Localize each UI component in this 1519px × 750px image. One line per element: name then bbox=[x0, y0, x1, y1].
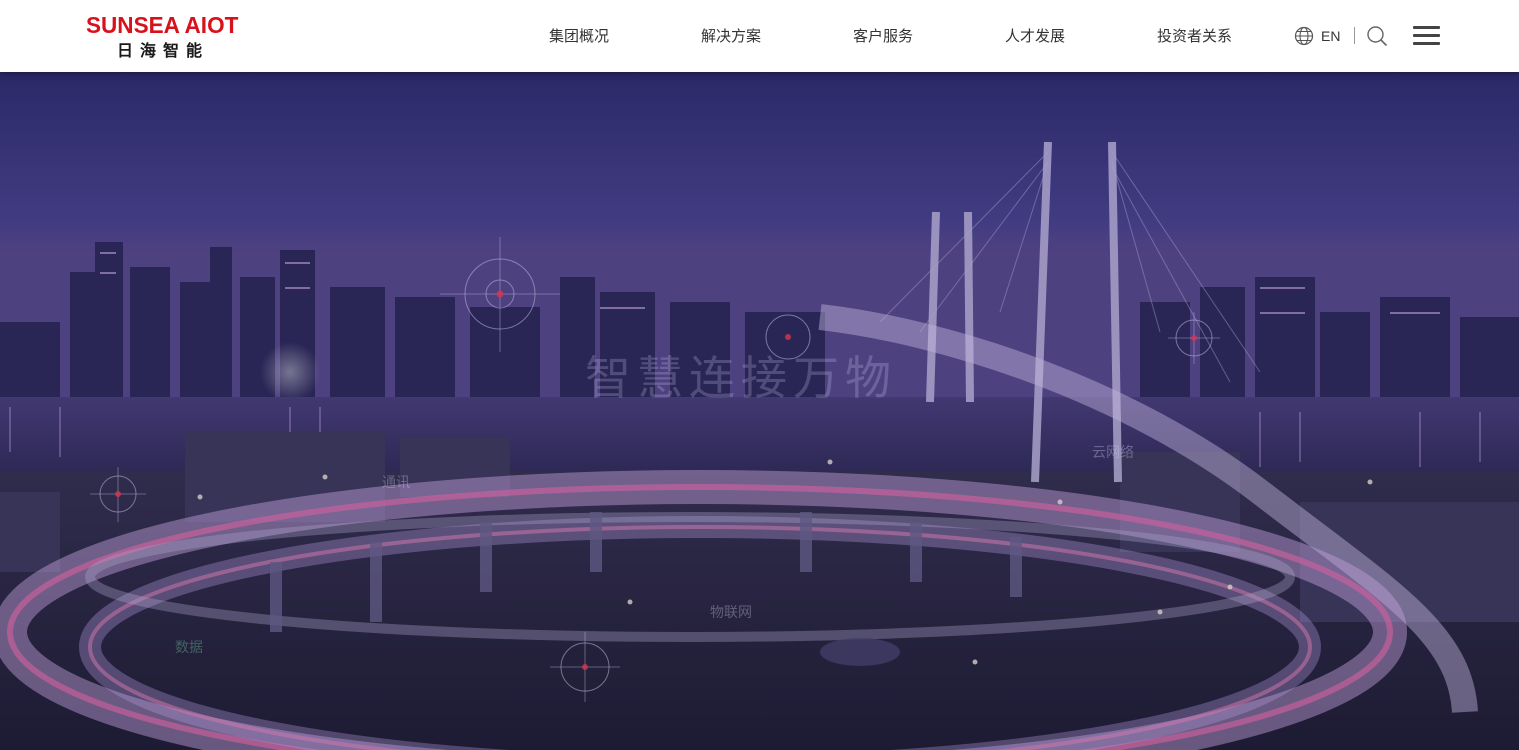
nav-item-investor-relations[interactable]: 投资者关系 bbox=[1157, 25, 1232, 47]
nav-item-solutions[interactable]: 解决方案 bbox=[701, 25, 761, 47]
hero-banner: 智慧连接万物 通讯 云网络 物联网 数据 bbox=[0, 72, 1519, 750]
nav-item-customer-service[interactable]: 客户服务 bbox=[853, 25, 913, 47]
logo-english-text: SUNSEA AIOT bbox=[86, 12, 239, 38]
hero-tag-cloud-network: 云网络 bbox=[1092, 445, 1134, 461]
hero-title: 智慧连接万物 bbox=[585, 351, 897, 405]
hero-tag-iot: 物联网 bbox=[710, 605, 752, 621]
site-header: SUNSEA AIOT 日海智能 集团概况 解决方案 客户服务 人才发展 投资者… bbox=[0, 0, 1519, 72]
header-divider bbox=[1354, 27, 1355, 44]
nav-item-talent-development[interactable]: 人才发展 bbox=[1005, 25, 1065, 47]
logo[interactable]: SUNSEA AIOT 日海智能 bbox=[86, 12, 246, 62]
logo-chinese-text: 日海智能 bbox=[117, 41, 210, 60]
hero-tag-data: 数据 bbox=[175, 640, 203, 656]
language-switch[interactable]: EN bbox=[1321, 26, 1340, 46]
city-night-illustration bbox=[0, 72, 1519, 750]
hamburger-menu-icon[interactable] bbox=[1413, 25, 1441, 47]
hero-tag-communication: 通讯 bbox=[382, 475, 410, 491]
nav-item-group-overview[interactable]: 集团概况 bbox=[549, 25, 609, 47]
globe-icon[interactable] bbox=[1294, 26, 1314, 46]
search-icon[interactable] bbox=[1366, 25, 1388, 47]
